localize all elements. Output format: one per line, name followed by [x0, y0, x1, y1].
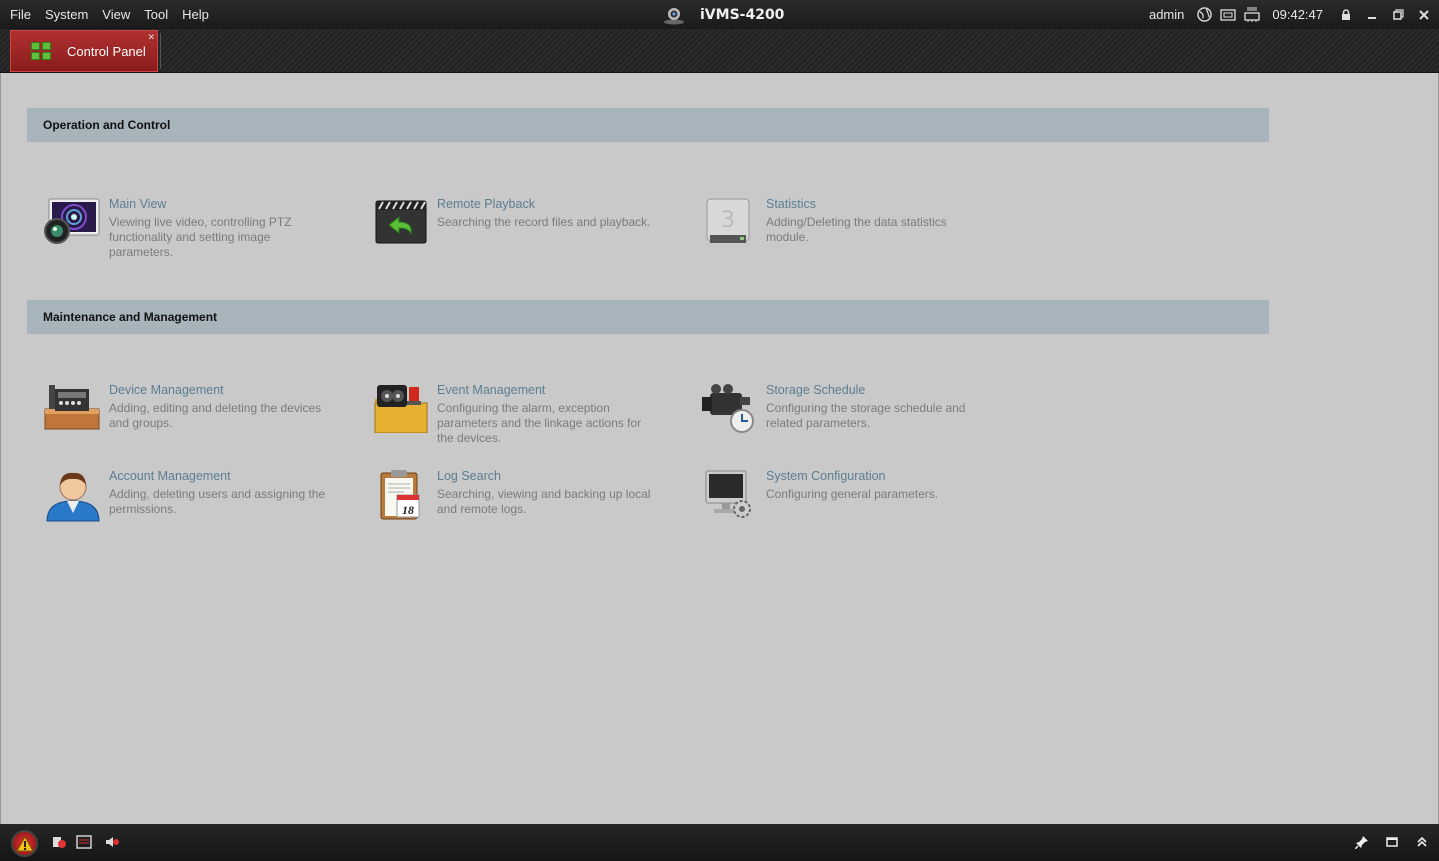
module-main-view[interactable]: Main View Viewing live video, controllin… — [43, 197, 343, 260]
svg-text:3: 3 — [721, 208, 735, 233]
module-account-management[interactable]: Account Management Adding, deleting user… — [43, 469, 343, 525]
close-button[interactable] — [1415, 6, 1433, 24]
app-title-text: iVMS-4200 — [700, 6, 785, 23]
module-remote-playback[interactable]: Remote Playback Searching the record fil… — [371, 197, 671, 253]
module-statistics[interactable]: 3 Statistics Adding/Deleting the data st… — [700, 197, 1000, 253]
module-title[interactable]: Main View — [109, 197, 329, 212]
menu-help[interactable]: Help — [176, 7, 215, 22]
account-management-icon — [43, 469, 105, 525]
camera-logo-icon — [662, 5, 686, 25]
module-description: Configuring the alarm, exception paramet… — [437, 401, 642, 445]
tab-bar: Control Panel ✕ — [0, 29, 1439, 73]
module-storage-schedule[interactable]: Storage Schedule Configuring the storage… — [700, 383, 1000, 439]
module-description: Adding/Deleting the data statistics modu… — [766, 215, 947, 244]
module-description: Configuring general parameters. — [766, 487, 939, 501]
cpu-icon — [1220, 7, 1237, 23]
menu-system[interactable]: System — [39, 7, 94, 22]
minimize-button[interactable] — [1363, 6, 1381, 24]
module-device-management[interactable]: Device Management Adding, editing and de… — [43, 383, 343, 439]
system-tray: admin 09:42:47 — [1149, 0, 1433, 29]
title-bar: File System View Tool Help iVMS-4200 adm… — [0, 0, 1439, 29]
menu-bar: File System View Tool Help — [4, 0, 217, 29]
system-configuration-icon — [700, 469, 762, 525]
menu-view[interactable]: View — [96, 7, 136, 22]
module-title[interactable]: System Configuration — [766, 469, 986, 484]
clock: 09:42:47 — [1272, 7, 1323, 22]
restore-button[interactable] — [1389, 6, 1407, 24]
module-title[interactable]: Account Management — [109, 469, 329, 484]
calendar-day: 18 — [402, 503, 414, 517]
main-view-icon — [43, 197, 105, 253]
remote-playback-icon — [371, 197, 433, 253]
ram-icon — [1244, 7, 1261, 23]
lock-icon[interactable] — [1337, 6, 1355, 24]
module-description: Configuring the storage schedule and rel… — [766, 401, 966, 430]
mute-icon[interactable] — [104, 834, 120, 850]
device-management-icon — [43, 383, 105, 439]
module-title[interactable]: Device Management — [109, 383, 329, 398]
module-event-management[interactable]: Event Management Configuring the alarm, … — [371, 383, 671, 446]
statistics-icon: 3 — [700, 197, 762, 253]
username[interactable]: admin — [1149, 7, 1184, 22]
module-title[interactable]: Remote Playback — [437, 197, 657, 212]
module-title[interactable]: Event Management — [437, 383, 657, 398]
module-system-configuration[interactable]: System Configuration Configuring general… — [700, 469, 1000, 525]
section-header-maintenance: Maintenance and Management — [27, 300, 1269, 334]
section-header-operation: Operation and Control — [27, 108, 1269, 142]
event-icon[interactable] — [76, 834, 92, 850]
module-description: Adding, editing and deleting the devices… — [109, 401, 322, 430]
app-title: iVMS-4200 — [662, 0, 784, 29]
alarm-output-icon[interactable] — [51, 834, 67, 850]
expand-icon[interactable] — [1414, 834, 1430, 850]
pin-icon[interactable] — [1354, 834, 1370, 850]
control-panel-icon — [31, 42, 51, 60]
module-description: Searching, viewing and backing up local … — [437, 487, 651, 516]
menu-tool[interactable]: Tool — [138, 7, 174, 22]
menu-file[interactable]: File — [4, 7, 37, 22]
tab-close-icon[interactable]: ✕ — [147, 32, 155, 43]
module-title[interactable]: Log Search — [437, 469, 657, 484]
status-bar — [0, 824, 1439, 861]
module-description: Adding, deleting users and assigning the… — [109, 487, 326, 516]
module-description: Searching the record files and playback. — [437, 215, 651, 229]
window-icon[interactable] — [1384, 834, 1400, 850]
tab-control-panel[interactable]: Control Panel ✕ — [10, 30, 158, 72]
module-title[interactable]: Storage Schedule — [766, 383, 986, 398]
event-management-icon — [371, 383, 433, 439]
control-panel-content: Operation and Control Main View Viewing … — [0, 73, 1439, 824]
module-log-search[interactable]: 18 Log Search Searching, viewing and bac… — [371, 469, 671, 525]
tab-separator — [160, 33, 161, 69]
tab-label: Control Panel — [67, 43, 146, 59]
module-title[interactable]: Statistics — [766, 197, 986, 212]
storage-schedule-icon — [700, 383, 762, 439]
alarm-icon[interactable] — [11, 830, 38, 857]
globe-icon[interactable] — [1196, 7, 1212, 23]
log-search-icon: 18 — [371, 469, 433, 525]
module-description: Viewing live video, controlling PTZ func… — [109, 215, 292, 259]
